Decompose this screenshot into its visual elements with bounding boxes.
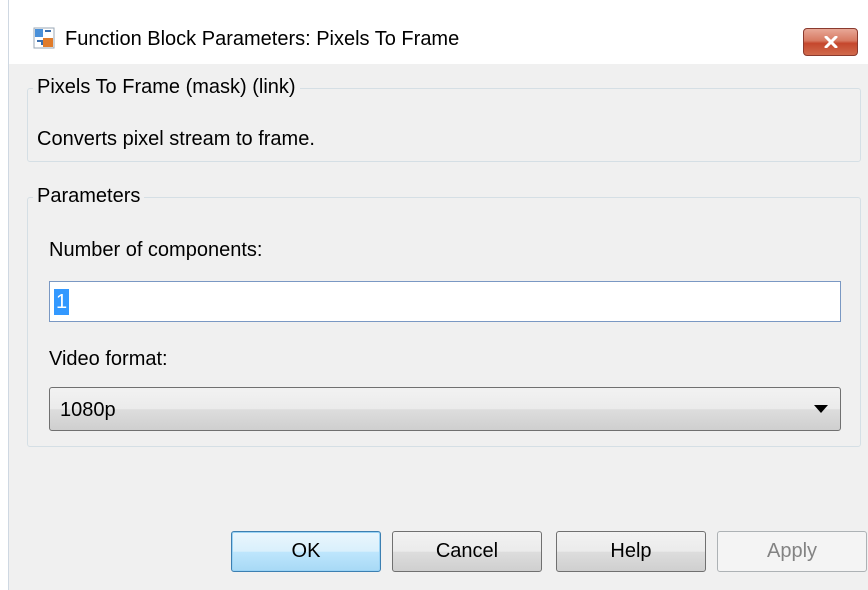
parameters-group-legend: Parameters <box>33 185 145 208</box>
video-format-select[interactable]: 1080p <box>49 387 841 431</box>
apply-button[interactable]: Apply <box>717 531 867 572</box>
cancel-button[interactable]: Cancel <box>392 531 542 572</box>
close-icon <box>824 36 838 48</box>
num-components-value[interactable]: 1 <box>54 289 70 315</box>
dialog-window: Function Block Parameters: Pixels To Fra… <box>8 0 868 590</box>
close-button[interactable] <box>803 28 858 56</box>
description-group-legend: Pixels To Frame (mask) (link) <box>33 76 300 99</box>
title-bar[interactable]: Function Block Parameters: Pixels To Fra… <box>9 0 868 64</box>
num-components-label: Number of components: <box>49 239 263 261</box>
block-description: Converts pixel stream to frame. <box>37 128 315 150</box>
dropdown-arrow-icon <box>814 405 828 413</box>
video-format-value: 1080p <box>60 399 116 421</box>
video-format-label: Video format: <box>49 348 168 370</box>
ok-button[interactable]: OK <box>231 531 381 572</box>
help-button[interactable]: Help <box>556 531 706 572</box>
num-components-input[interactable]: 1 <box>49 281 841 322</box>
window-title: Function Block Parameters: Pixels To Fra… <box>65 28 460 50</box>
simulink-block-icon <box>33 27 55 49</box>
